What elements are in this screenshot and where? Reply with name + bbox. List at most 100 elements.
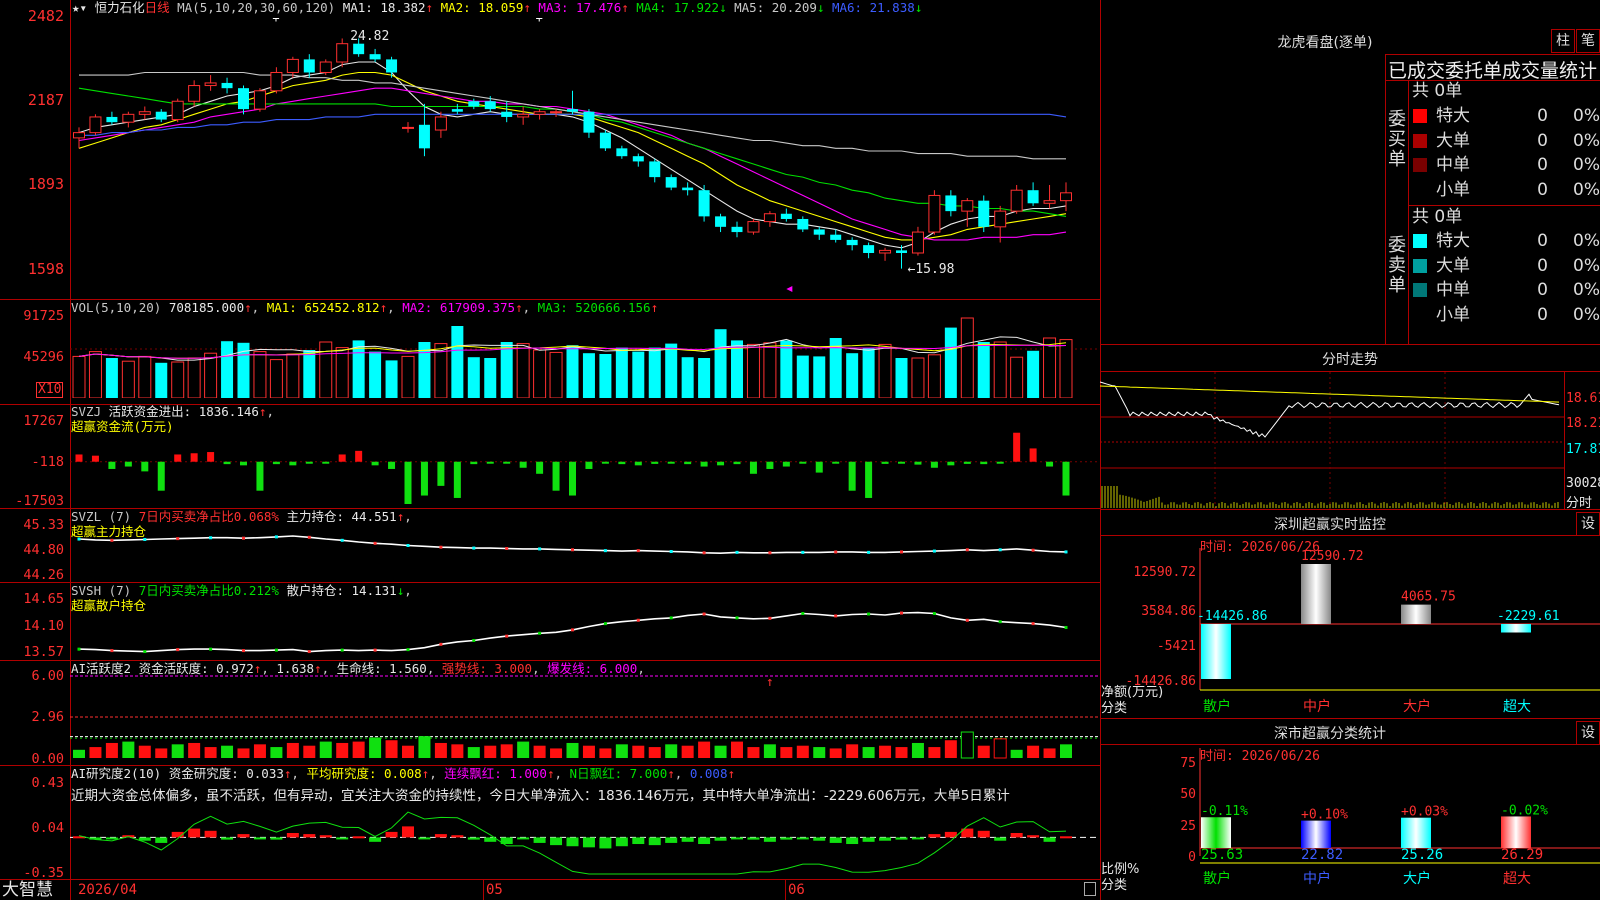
star-icon[interactable]: ★: [72, 0, 80, 15]
svzj-chart[interactable]: [70, 420, 1100, 504]
vol-header: VOL(5,10,20) 708185.000↑, MA1: 652452.81…: [71, 300, 659, 315]
ai-active-bar: [253, 744, 266, 758]
lock-icon[interactable]: [1084, 882, 1096, 896]
brand-logo: 大智慧: [2, 880, 53, 900]
ai-research-bar: [698, 837, 711, 845]
sell-row-count: 0: [1537, 280, 1548, 300]
ai-research-bar: [895, 837, 908, 840]
stats-value-label: 25.26: [1401, 847, 1443, 863]
ai-active-bar: [747, 747, 760, 758]
ai-research-bar: [632, 837, 645, 845]
ai-active-bar: [977, 745, 990, 758]
svzj-bar: [980, 461, 988, 465]
svzj-bar: [536, 461, 544, 474]
ai-active-bar: [960, 731, 974, 759]
svzj-bar: [124, 461, 132, 467]
intraday-chart[interactable]: [1100, 372, 1564, 509]
line-marker: [307, 650, 311, 654]
tick-view-button[interactable]: 笔: [1576, 29, 1600, 53]
line-marker: [768, 616, 772, 620]
ai-research-bar: [434, 834, 447, 838]
svzj-bar: [108, 461, 116, 469]
high-note: 24.82: [350, 29, 389, 44]
y-label: 1893: [27, 175, 64, 193]
ai-active-chart[interactable]: ↑: [70, 674, 1100, 760]
ai-research-bar: [369, 837, 382, 842]
bar-view-button[interactable]: 柱: [1551, 29, 1575, 53]
line-marker: [472, 638, 476, 642]
monitor-bar-label: -14426.86: [1197, 609, 1267, 624]
ai-research-value: AI研究度2(10) 资金研究度: 0.033: [71, 766, 284, 781]
candle: [797, 218, 809, 230]
svzj-bar: [486, 461, 494, 464]
ai-active-bar: [1010, 749, 1023, 758]
ai-research-bar: [829, 837, 842, 843]
stats-settings-button[interactable]: 设: [1576, 721, 1600, 745]
monitor-settings-button[interactable]: 设: [1576, 512, 1600, 536]
buy-color-swatch: [1413, 158, 1427, 172]
stats-bar-中户: [1301, 820, 1331, 848]
panel-line: [1100, 718, 1600, 719]
tab-volume-stats[interactable]: 成交量统计: [1502, 60, 1597, 82]
vol-bar: [648, 347, 661, 398]
ai-active-bar: [204, 747, 217, 758]
vol-bar: [993, 341, 1007, 398]
y-label: 13.57: [23, 644, 64, 660]
vol-bar: [665, 343, 678, 398]
candle: [928, 194, 941, 233]
svzj-bar: [914, 461, 922, 465]
ai-research-bar: [1060, 836, 1072, 839]
ai-research-chart[interactable]: [70, 790, 1100, 876]
monitor-bar-label: 12590.72: [1301, 549, 1364, 564]
stats-bar-超大: [1501, 816, 1531, 848]
stats-chart[interactable]: -0.11% 25.63 散户 +0.10% 22.82 中户 +0.03% 25.26 大户 -…: [1100, 748, 1600, 900]
y-label: 44.26: [23, 567, 64, 583]
y-label: -17503: [15, 493, 64, 509]
date-divider: [785, 880, 786, 900]
line-marker: [373, 648, 377, 652]
ma-values: MA1: 18.382↑ MA2: 18.059↑ MA3: 17.476↑ M…: [342, 0, 923, 15]
vol-bar: [566, 345, 579, 398]
vol-bar: [204, 352, 218, 398]
svzj-title: SVZJ: [71, 404, 102, 419]
ai-research-bar: [928, 834, 941, 838]
vol-bar: [681, 357, 694, 398]
buy-color-swatch: [1413, 109, 1427, 123]
svzj-bar: [700, 461, 708, 467]
arrow-down-icon[interactable]: ▾: [80, 0, 88, 15]
ai-active-bar: [418, 736, 431, 758]
svsh-chart[interactable]: [70, 598, 1100, 656]
line-marker: [274, 648, 278, 652]
svsh-ratio: 7日内买卖净占比0.212%: [138, 583, 279, 598]
volume-chart[interactable]: [70, 316, 1100, 398]
ai-active-bar: [402, 745, 414, 758]
ai-active-bar: [566, 742, 579, 758]
candlestick-chart[interactable]: 24.82 ←15.98 + +: [70, 18, 1100, 299]
buy-row-name: 特大: [1436, 106, 1470, 126]
svzl-chart[interactable]: [70, 524, 1100, 576]
svzj-bar: [815, 461, 823, 473]
candle: [863, 245, 875, 253]
line-marker: [669, 550, 673, 554]
svzj-bar: [338, 454, 346, 462]
svzj-bar: [865, 461, 873, 498]
ai-research-bar: [796, 837, 809, 840]
sell-row-count: 0: [1537, 304, 1548, 325]
line-marker: [373, 541, 377, 545]
svsh-header: SVSH (7) 7日内买卖净占比0.212% 散户持仓: 14.131↓,: [71, 583, 412, 598]
kline-type[interactable]: 日线: [145, 0, 170, 15]
vol-bar: [401, 355, 415, 398]
vol-bar: [1010, 356, 1024, 398]
candle: [994, 210, 1007, 228]
buy-row-count: 0: [1537, 155, 1548, 175]
stats-change-label: -0.11%: [1201, 804, 1248, 819]
monitor-chart[interactable]: -14426.86 散户 12590.72 中户 4065.75 大户 -2229.61 超大: [1100, 540, 1600, 718]
svzl-title: SVZL (7): [71, 509, 132, 524]
vol-bar: [763, 342, 777, 398]
vol-bar: [88, 351, 102, 398]
ai-research-bar: [1027, 835, 1040, 838]
ai-active-bar: [484, 745, 497, 758]
candle: [484, 101, 496, 110]
ai-active-bar: [533, 745, 546, 758]
svzj-bar: [240, 461, 247, 466]
